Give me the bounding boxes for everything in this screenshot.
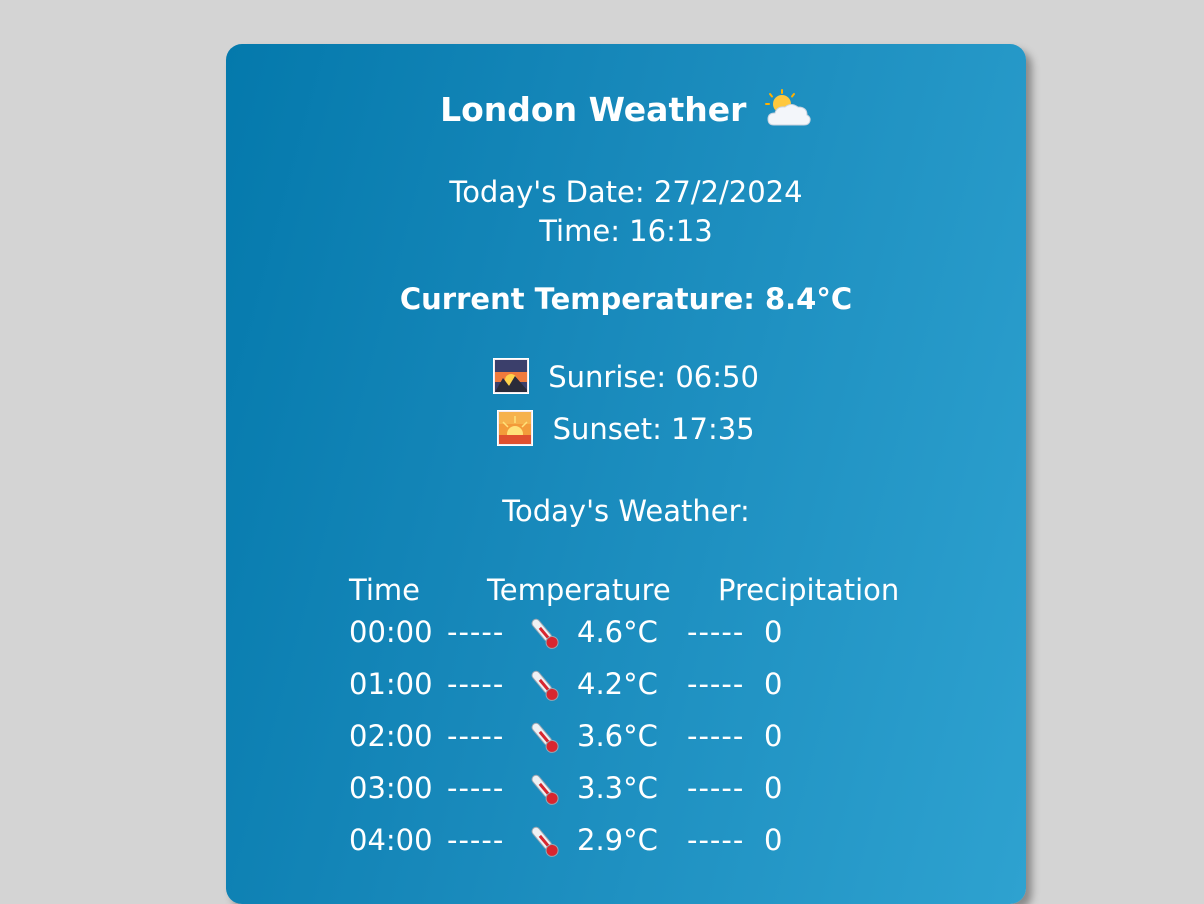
row-temperature: 2.9°C — [577, 823, 658, 857]
sunrise-text: Sunrise: 06:50 — [548, 360, 759, 394]
row-precipitation: 0 — [764, 823, 783, 857]
row-time: 03:00 — [349, 771, 433, 805]
row-separator: ----- — [687, 667, 745, 701]
table-header: Time Temperature Precipitation — [349, 570, 909, 610]
row-separator: ----- — [687, 719, 745, 753]
hourly-forecast-table: Time Temperature Precipitation 00:00 ----… — [349, 570, 909, 870]
table-row: 01:00 ----- 4.2°C ----- 0 — [349, 662, 909, 714]
sunset-row: Sunset: 17:35 — [226, 409, 1026, 449]
row-time: 00:00 — [349, 615, 433, 649]
row-temperature: 4.6°C — [577, 615, 658, 649]
row-separator: ----- — [447, 719, 505, 753]
todays-date: Today's Date: 27/2/2024 — [449, 175, 803, 209]
row-temperature: 4.2°C — [577, 667, 658, 701]
row-time: 04:00 — [349, 823, 433, 857]
column-header-precipitation: Precipitation — [718, 573, 900, 607]
table-row: 00:00 ----- 4.6°C ----- 0 — [349, 610, 909, 662]
sunrise-row: Sunrise: 06:50 — [226, 357, 1026, 397]
current-temperature: Current Temperature: 8.4°C — [399, 282, 853, 316]
row-separator: ----- — [687, 615, 745, 649]
row-temperature: 3.3°C — [577, 771, 658, 805]
sunrise-over-mountains-icon — [493, 358, 530, 394]
row-separator: ----- — [447, 615, 505, 649]
table-row: 03:00 ----- 3.3°C ----- 0 — [349, 766, 909, 818]
row-time: 01:00 — [349, 667, 433, 701]
sun-behind-cloud-icon — [764, 88, 812, 129]
title-text: London Weather — [440, 90, 747, 129]
row-precipitation: 0 — [764, 771, 783, 805]
page-title: London Weather — [226, 86, 1026, 134]
todays-weather-heading: Today's Weather: — [502, 494, 750, 528]
weather-card: London Weather Today's Date: 27/2/2024 T… — [226, 44, 1026, 904]
thermometer-icon — [525, 666, 565, 706]
row-separator: ----- — [447, 771, 505, 805]
row-precipitation: 0 — [764, 719, 783, 753]
row-time: 02:00 — [349, 719, 433, 753]
row-separator: ----- — [447, 823, 505, 857]
row-precipitation: 0 — [764, 667, 783, 701]
table-row: 04:00 ----- 2.9°C ----- 0 — [349, 818, 909, 870]
row-temperature: 3.6°C — [577, 719, 658, 753]
column-header-time: Time — [349, 573, 420, 607]
thermometer-icon — [525, 770, 565, 810]
row-precipitation: 0 — [764, 615, 783, 649]
sunset-text: Sunset: 17:35 — [552, 412, 755, 446]
row-separator: ----- — [687, 823, 745, 857]
thermometer-icon — [525, 614, 565, 654]
sunset-icon — [497, 410, 534, 446]
column-header-temperature: Temperature — [487, 573, 671, 607]
row-separator: ----- — [687, 771, 745, 805]
row-separator: ----- — [447, 667, 505, 701]
thermometer-icon — [525, 718, 565, 758]
thermometer-icon — [525, 822, 565, 862]
table-row: 02:00 ----- 3.6°C ----- 0 — [349, 714, 909, 766]
current-time: Time: 16:13 — [539, 214, 713, 248]
